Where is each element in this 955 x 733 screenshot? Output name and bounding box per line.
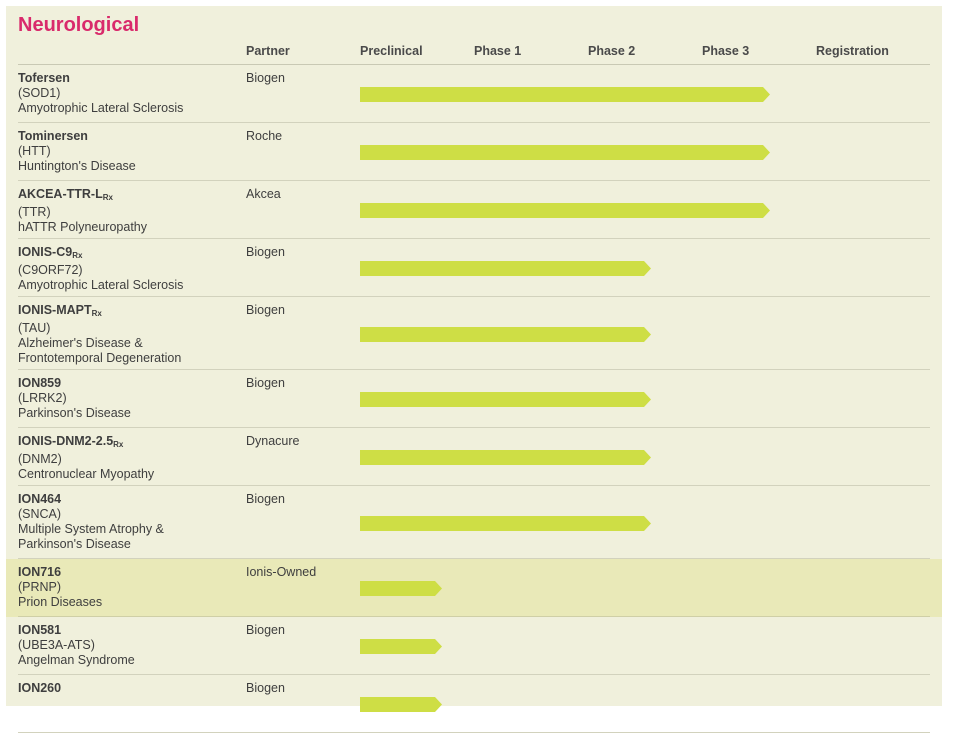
drug-name: IONIS-DNM2-2.5Rx — [18, 434, 124, 449]
progress-arrow — [360, 516, 651, 531]
drug-indication: Angelman Syndrome — [18, 653, 135, 667]
pipeline-row: ION581 (UBE3A-ATS) Angelman Syndrome Biogen — [6, 617, 942, 675]
drug-target: (UBE3A-ATS) — [18, 638, 95, 652]
drug-target: (C9ORF72) — [18, 263, 83, 277]
header-partner: Partner — [246, 44, 290, 58]
drug-name-subscript: Rx — [113, 440, 124, 449]
drug-indication: Prion Diseases — [18, 595, 103, 609]
pipeline-row: IONIS-C9Rx (C9ORF72) Amyotrophic Lateral S… — [6, 239, 942, 297]
partner-name: Dynacure — [246, 434, 300, 448]
drug-indication: Multiple System Atrophy & — [18, 522, 164, 536]
drug-indication: Parkinson's Disease — [18, 406, 131, 420]
drug-indication: Huntington's Disease — [18, 159, 136, 173]
drug-target: (HTT) — [18, 144, 51, 158]
drug-info: IONIS-C9Rx (C9ORF72) Amyotrophic Lateral S… — [18, 245, 183, 293]
progress-bar — [360, 392, 651, 407]
drug-name: IONIS-MAPTRx — [18, 303, 102, 318]
partner-name: Biogen — [246, 303, 285, 317]
progress-arrow — [360, 261, 651, 276]
drug-target: (DNM2) — [18, 452, 62, 466]
partner-name: Biogen — [246, 245, 285, 259]
section-title: Neurological — [18, 14, 140, 36]
header-preclinical: Preclinical — [360, 44, 423, 58]
drug-info: ION581 (UBE3A-ATS) Angelman Syndrome — [18, 623, 135, 668]
pipeline-row: ION464 (SNCA) Multiple System Atrophy & Par… — [6, 486, 942, 559]
progress-arrow — [360, 145, 770, 160]
drug-info: AKCEA-TTR-LRx (TTR) hATTR Polyneuropathy — [18, 187, 147, 235]
drug-target: (SNCA) — [18, 507, 62, 521]
drug-name: Tofersen — [18, 71, 70, 85]
drug-info: ION859 (LRRK2) Parkinson's Disease — [18, 376, 131, 421]
partner-name: Akcea — [246, 187, 281, 201]
drug-name: ION859 — [18, 376, 62, 390]
partner-name: Biogen — [246, 623, 285, 637]
drug-name-subscript: Rx — [72, 251, 83, 260]
drug-target: (PRNP) — [18, 580, 62, 594]
drug-indication: Alzheimer's Disease & — [18, 336, 143, 350]
drug-target: (TAU) — [18, 321, 51, 335]
pipeline-row: ION859 (LRRK2) Parkinson's Disease Biogen — [6, 370, 942, 428]
partner-name: Biogen — [246, 681, 285, 695]
progress-bar — [360, 87, 770, 102]
drug-name: ION716 — [18, 565, 62, 579]
pipeline-row: ION716 (PRNP) Prion Diseases Ionis-Owned — [6, 559, 942, 617]
progress-arrow — [360, 87, 770, 102]
drug-indication: Amyotrophic Lateral Sclerosis — [18, 101, 184, 115]
pipeline-row: IONIS-DNM2-2.5Rx (DNM2) Centronuclear Myop… — [6, 428, 942, 486]
progress-bar — [360, 450, 651, 465]
drug-name: ION464 — [18, 492, 62, 506]
pipeline-row: AKCEA-TTR-LRx (TTR) hATTR Polyneuropathy Ak… — [6, 181, 942, 239]
drug-info: ION464 (SNCA) Multiple System Atrophy & Par… — [18, 492, 164, 552]
progress-bar — [360, 145, 770, 160]
progress-bar — [360, 581, 442, 596]
drug-name: ION260 — [18, 681, 62, 695]
drug-indication: Centronuclear Myopathy — [18, 467, 155, 481]
pipeline-row: Tofersen (SOD1) Amyotrophic Lateral Sclero… — [6, 65, 942, 123]
progress-arrow — [360, 581, 442, 596]
drug-indication: Amyotrophic Lateral Sclerosis — [18, 278, 184, 292]
progress-bar — [360, 697, 442, 712]
progress-bar — [360, 327, 651, 342]
drug-target: (SOD1) — [18, 86, 61, 100]
drug-name: Tominersen — [18, 129, 88, 143]
partner-name: Ionis-Owned — [246, 565, 317, 579]
progress-arrow — [360, 450, 651, 465]
drug-info: Tominersen (HTT) Huntington's Disease — [18, 129, 136, 174]
partner-name: Roche — [246, 129, 283, 143]
partner-name: Biogen — [246, 492, 285, 506]
pipeline-row: ION260 Biogen — [6, 675, 942, 733]
drug-info: IONIS-DNM2-2.5Rx (DNM2) Centronuclear Myop… — [18, 434, 154, 482]
progress-arrow — [360, 203, 770, 218]
pipeline-row: Tominersen (HTT) Huntington's Disease Roche — [6, 123, 942, 181]
progress-bar — [360, 203, 770, 218]
progress-bar — [360, 639, 442, 654]
drug-indication: Frontotemporal Degeneration — [18, 351, 182, 365]
progress-bar — [360, 261, 651, 276]
drug-info: Tofersen (SOD1) Amyotrophic Lateral Sclero… — [18, 71, 183, 116]
progress-bar — [360, 516, 651, 531]
progress-arrow — [360, 392, 651, 407]
header-phase-3: Phase 3 — [702, 44, 750, 58]
progress-arrow — [360, 639, 442, 654]
partner-name: Biogen — [246, 376, 285, 390]
drug-indication: hATTR Polyneuropathy — [18, 220, 147, 234]
progress-arrow — [360, 327, 651, 342]
header-phase-2: Phase 2 — [588, 44, 636, 58]
progress-arrow — [360, 697, 442, 712]
drug-name: IONIS-C9Rx — [18, 245, 83, 260]
drug-name-subscript: Rx — [91, 309, 102, 318]
drug-target: (LRRK2) — [18, 391, 67, 405]
partner-name: Biogen — [246, 71, 285, 85]
drug-name: AKCEA-TTR-LRx — [18, 187, 113, 202]
drug-target: (TTR) — [18, 205, 51, 219]
drug-indication: Parkinson's Disease — [18, 537, 131, 551]
drug-info: IONIS-MAPTRx (TAU) Alzheimer's Disease & Fr… — [18, 303, 181, 366]
drug-name-subscript: Rx — [102, 193, 113, 202]
header-phase-1: Phase 1 — [474, 44, 522, 58]
pipeline-row: IONIS-MAPTRx (TAU) Alzheimer's Disease & Fr… — [6, 297, 942, 370]
drug-name: ION581 — [18, 623, 62, 637]
drug-info: ION716 (PRNP) Prion Diseases — [18, 565, 102, 610]
header-registration: Registration — [816, 44, 889, 58]
drug-info: ION260 — [18, 681, 61, 696]
